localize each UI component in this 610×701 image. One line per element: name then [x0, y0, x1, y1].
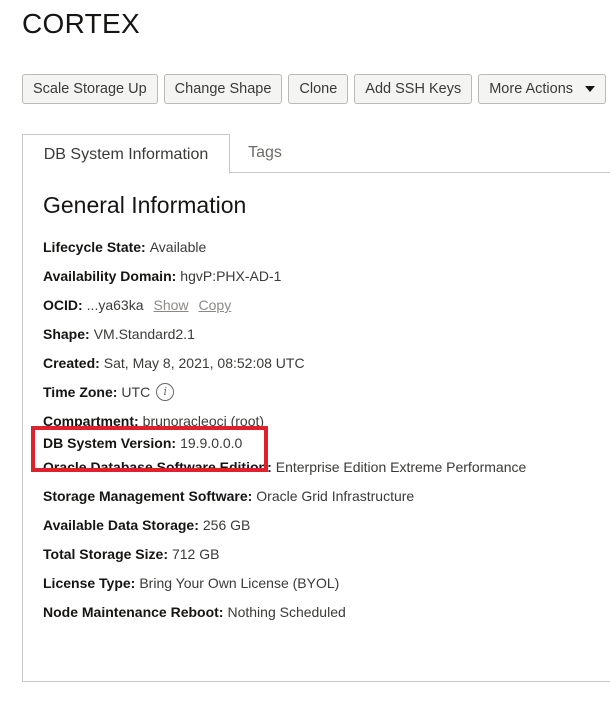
info-row-total-storage: Total Storage Size: 712 GB	[43, 543, 526, 572]
field-value: 712 GB	[171, 546, 220, 562]
field-value: Oracle Grid Infrastructure	[256, 488, 415, 504]
field-label: Compartment:	[43, 413, 139, 427]
field-value: Nothing Scheduled	[227, 604, 346, 620]
info-row-license-type: License Type: Bring Your Own License (BY…	[43, 572, 526, 601]
more-actions-button[interactable]: More Actions	[478, 74, 607, 104]
field-value: UTC	[121, 384, 151, 400]
field-value: hgvP:PHX-AD-1	[180, 268, 282, 284]
field-label: Created:	[43, 355, 100, 371]
info-row-shape: Shape: VM.Standard2.1	[43, 323, 526, 352]
field-label: Shape:	[43, 326, 90, 342]
field-value: Available	[149, 239, 207, 255]
ocid-show-link[interactable]: Show	[154, 294, 189, 316]
action-toolbar: Scale Storage Up Change Shape Clone Add …	[22, 74, 607, 104]
field-label: Availability Domain:	[43, 268, 177, 284]
tab-divider	[229, 172, 610, 173]
ocid-copy-link[interactable]: Copy	[199, 294, 232, 316]
field-value: 256 GB	[202, 517, 251, 533]
field-label: Total Storage Size:	[43, 546, 168, 562]
info-row-time-zone: Time Zone: UTC i	[43, 381, 526, 410]
more-actions-label: More Actions	[489, 81, 574, 97]
info-row-maintenance-reboot: Node Maintenance Reboot: Nothing Schedul…	[43, 601, 526, 630]
field-label: Available Data Storage:	[43, 517, 199, 533]
clone-button[interactable]: Clone	[288, 74, 349, 104]
info-row-lifecycle: Lifecycle State: Available	[43, 236, 526, 265]
tab-tags[interactable]: Tags	[230, 134, 300, 172]
field-label: Lifecycle State:	[43, 239, 146, 255]
tab-db-system-information[interactable]: DB System Information	[22, 134, 230, 174]
info-row-compartment: Compartment: brunoracleoci (root)	[43, 410, 526, 427]
page-title: CORTEX	[22, 8, 140, 39]
info-row-created: Created: Sat, May 8, 2021, 08:52:08 UTC	[43, 352, 526, 381]
field-value: brunoracleoci (root)	[142, 413, 265, 427]
change-shape-button[interactable]: Change Shape	[163, 74, 283, 104]
add-ssh-keys-button[interactable]: Add SSH Keys	[354, 74, 473, 104]
highlight-annotation-box	[31, 426, 268, 472]
field-value: ...ya63ka	[86, 297, 144, 313]
field-value: Enterprise Edition Extreme Performance	[275, 459, 527, 475]
info-row-storage-management: Storage Management Software: Oracle Grid…	[43, 485, 526, 514]
field-value: Sat, May 8, 2021, 08:52:08 UTC	[103, 355, 305, 371]
info-row-available-storage: Available Data Storage: 256 GB	[43, 514, 526, 543]
section-title: General Information	[43, 192, 247, 218]
field-label: OCID:	[43, 297, 83, 313]
field-label: Time Zone:	[43, 384, 118, 400]
field-label: License Type:	[43, 575, 136, 591]
scale-storage-up-button[interactable]: Scale Storage Up	[22, 74, 158, 104]
info-row-ocid: OCID: ...ya63ka Show Copy	[43, 294, 526, 323]
field-label: Storage Management Software:	[43, 488, 253, 504]
info-row-availability-domain: Availability Domain: hgvP:PHX-AD-1	[43, 265, 526, 294]
field-value: VM.Standard2.1	[93, 326, 195, 342]
field-value: Bring Your Own License (BYOL)	[139, 575, 340, 591]
info-icon[interactable]: i	[156, 383, 175, 401]
caret-down-icon	[585, 86, 596, 92]
field-label: Node Maintenance Reboot:	[43, 604, 224, 620]
